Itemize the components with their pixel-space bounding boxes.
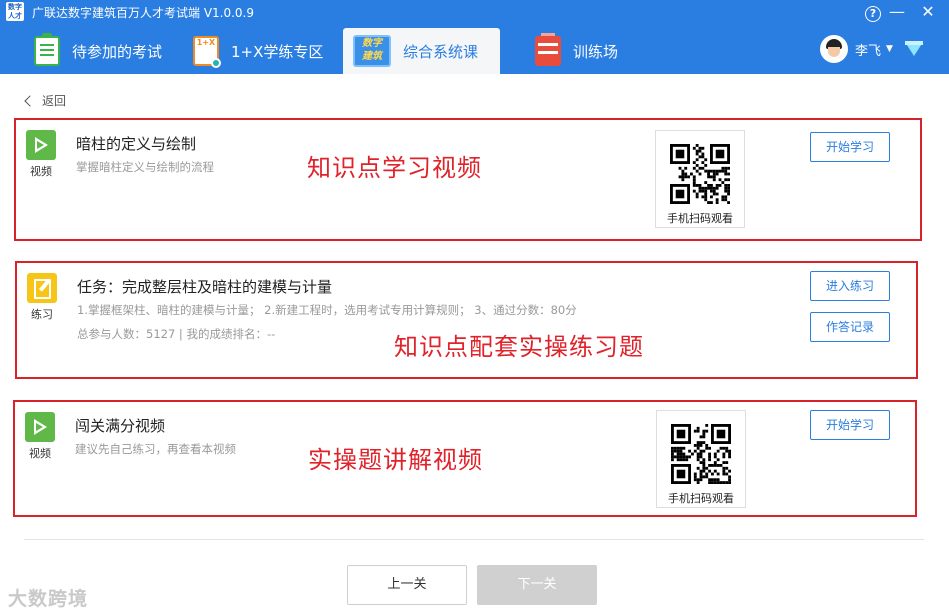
course-item-practice: 练习 任务：完成整层柱及暗柱的建模与计量 1.掌握框架柱、暗柱的建模与计量； 2…	[15, 261, 918, 379]
qr-label: 手机扫码观看	[668, 492, 734, 505]
qr-code-card: 手机扫码观看	[655, 130, 745, 228]
course-item-video: 视频 暗柱的定义与绘制 掌握暗柱定义与绘制的流程 知识点学习视频 手机扫码观看 …	[14, 118, 922, 241]
tab-one-plus-x[interactable]: 1+X 1+X学练专区	[193, 28, 343, 74]
close-icon: ✕	[921, 2, 935, 21]
help-icon: ?	[865, 6, 881, 22]
app-title: 广联达数字建筑百万人才考试端 V1.0.0.9	[32, 6, 255, 20]
edit-icon	[27, 273, 57, 303]
one-plus-x-icon-text: 1+X	[196, 38, 216, 47]
course-item-video: 视频 闯关满分视频 建议先自己练习，再查看本视频 实操题讲解视频 手机扫码观看 …	[13, 400, 917, 517]
tab-label: 训练场	[573, 42, 619, 61]
divider	[24, 539, 924, 540]
minimize-button[interactable]: —	[887, 2, 907, 22]
qr-code-icon	[670, 144, 730, 204]
one-plus-x-icon: 1+X	[193, 36, 221, 68]
tab-pending-exams[interactable]: 待参加的考试	[34, 28, 184, 74]
start-learning-button[interactable]: 开始学习	[810, 410, 890, 440]
title-bar: 数字 人才 广联达数字建筑百万人才考试端 V1.0.0.9 ? — ✕	[0, 0, 949, 24]
item-title: 任务：完成整层柱及暗柱的建模与计量	[77, 278, 333, 296]
item-subtitle: 建议先自己练习，再查看本视频	[75, 442, 236, 456]
qr-label: 手机扫码观看	[667, 212, 733, 225]
item-subtitle: 掌握暗柱定义与绘制的流程	[76, 160, 214, 174]
main-nav: 待参加的考试 1+X 1+X学练专区 数字 建筑 综合系统课 训练场	[0, 24, 949, 74]
item-title: 闯关满分视频	[75, 417, 166, 435]
user-menu[interactable]: 李飞 ▼	[820, 35, 923, 63]
minimize-icon: —	[889, 2, 905, 21]
diamond-icon[interactable]	[904, 41, 923, 56]
qr-code-card: 手机扫码观看	[656, 410, 746, 508]
item-subtitle: 1.掌握框架柱、暗柱的建模与计量； 2.新建工程时，选用考试专用计算规则； 3、…	[77, 303, 577, 317]
back-label: 返回	[42, 94, 67, 108]
chevron-left-icon	[24, 94, 36, 107]
tab-label: 综合系统课	[403, 42, 479, 61]
start-learning-button[interactable]: 开始学习	[810, 132, 890, 162]
chevron-down-icon[interactable]: ▼	[886, 44, 893, 54]
play-icon	[26, 130, 56, 160]
video-type-badge: 视频	[25, 130, 57, 179]
digital-building-icon: 数字 建筑	[353, 35, 391, 67]
tab-label: 待参加的考试	[72, 42, 163, 61]
avatar[interactable]	[820, 35, 848, 63]
prev-level-button[interactable]: 上一关	[347, 565, 467, 605]
enter-practice-button[interactable]: 进入练习	[810, 271, 890, 301]
watermark-logo: 大数跨境	[8, 588, 89, 610]
tab-comprehensive-course[interactable]: 数字 建筑 综合系统课	[343, 28, 500, 74]
type-label: 练习	[31, 308, 53, 321]
item-stats: 总参与人数：5127 | 我的成绩排名：--	[77, 327, 276, 341]
training-icon	[535, 33, 561, 66]
close-button[interactable]: ✕	[918, 2, 938, 22]
user-name[interactable]: 李飞	[855, 40, 881, 59]
answer-records-button[interactable]: 作答记录	[810, 312, 890, 342]
annotation-label: 知识点配套实操练习题	[394, 333, 644, 361]
annotation-label: 实操题讲解视频	[308, 446, 483, 474]
item-title: 暗柱的定义与绘制	[76, 135, 197, 153]
practice-type-badge: 练习	[26, 273, 58, 322]
play-icon	[25, 412, 55, 442]
back-link[interactable]: 返回	[24, 92, 67, 109]
exam-clipboard-icon	[34, 33, 60, 66]
qr-code-icon	[671, 424, 731, 484]
next-level-button[interactable]: 下一关	[477, 565, 597, 605]
course-icon-text: 数字 建筑	[362, 38, 382, 62]
tab-label: 1+X学练专区	[231, 42, 324, 61]
help-button[interactable]: ?	[863, 2, 883, 22]
type-label: 视频	[30, 165, 52, 178]
video-type-badge: 视频	[24, 412, 56, 461]
app-logo: 数字 人才	[6, 2, 24, 21]
type-label: 视频	[29, 447, 51, 460]
tab-training-ground[interactable]: 训练场	[535, 28, 655, 74]
annotation-label: 知识点学习视频	[307, 154, 482, 182]
